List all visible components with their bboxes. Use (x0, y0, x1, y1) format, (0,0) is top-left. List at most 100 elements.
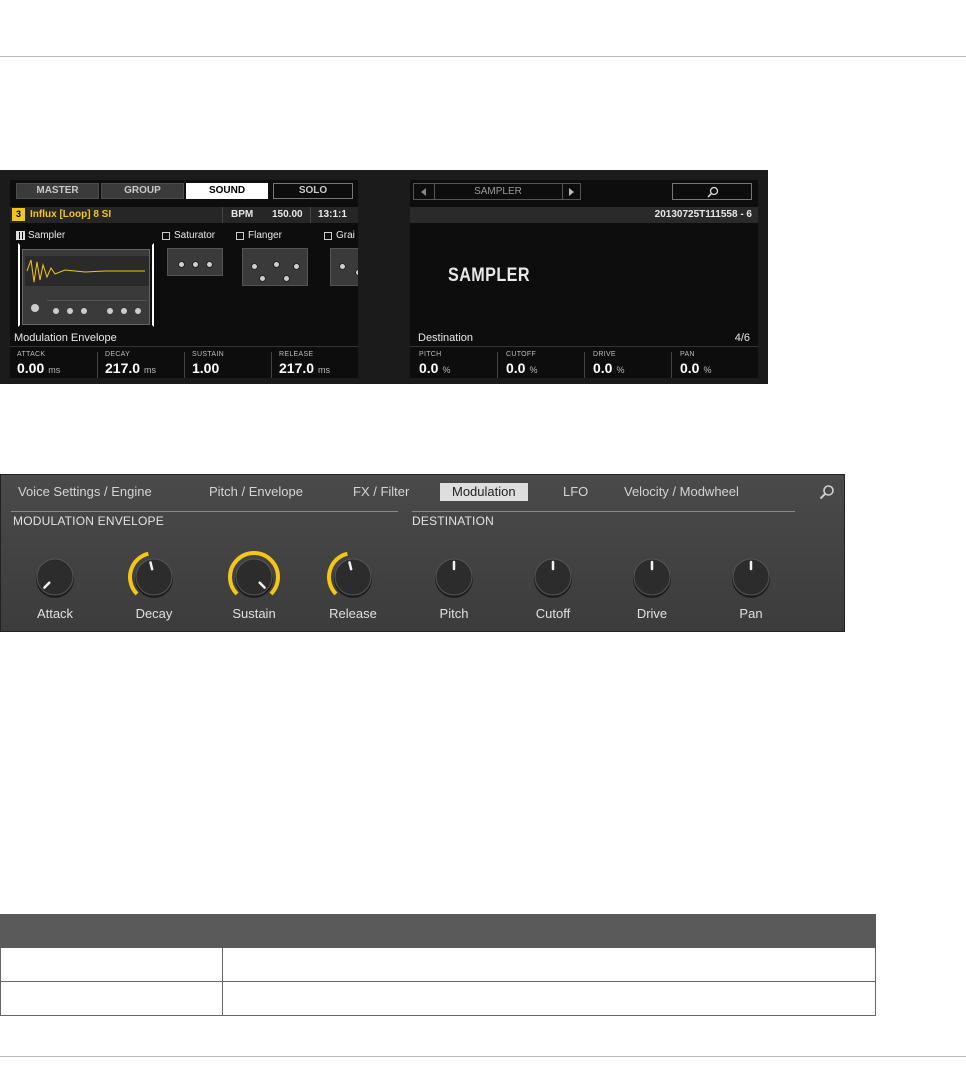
knob-release[interactable]: Release (318, 549, 388, 629)
param-pitch-value[interactable]: 0.0% (419, 360, 450, 376)
param-attack-value[interactable]: 0.00 ms (17, 360, 60, 376)
knob-pitch-dial[interactable] (419, 549, 489, 605)
knob-sustain[interactable]: Sustain (219, 549, 289, 629)
plugin-flanger-label[interactable]: Flanger (248, 230, 282, 241)
knob-pointer (149, 561, 154, 571)
plugin-grain-label[interactable]: Grai (336, 230, 355, 241)
knob-body (334, 558, 372, 596)
footer-rule (0, 1056, 966, 1057)
knob-drive-label: Drive (636, 606, 668, 621)
table-cell (221, 947, 877, 982)
flanger-thumbnail[interactable] (242, 248, 308, 286)
knob-cutoff[interactable]: Cutoff (518, 549, 588, 629)
left-param-area: Modulation Envelope ATTACK 0.00 ms DECAY … (10, 330, 358, 378)
search-icon (707, 186, 719, 198)
arrow-left-icon[interactable] (421, 188, 426, 196)
table-header-cell (0, 914, 223, 948)
tab-lfo[interactable]: LFO (563, 483, 588, 501)
knob-body (135, 558, 173, 596)
right-page-title: Destination (418, 332, 474, 344)
knob-sustain-label: Sustain (232, 606, 276, 621)
param-pitch-label: PITCH (419, 351, 442, 358)
knob-drive-dial[interactable] (617, 549, 687, 605)
knob-cutoff-label: Cutoff (535, 606, 571, 621)
table-header-row (0, 914, 877, 948)
software-panel-screenshot: Voice Settings / Engine Pitch / Envelope… (0, 474, 845, 632)
knob-attack-label: Attack (36, 606, 74, 621)
knob-pointer (348, 561, 353, 571)
knob-release-label: Release (329, 606, 377, 621)
section-destination-title: DESTINATION (412, 514, 494, 528)
browser-title: SAMPLER (474, 186, 522, 197)
plugin-icon (324, 232, 332, 240)
page-indicator: 4/6 (734, 332, 750, 344)
param-pan-value[interactable]: 0.0% (680, 360, 711, 376)
sampler-thumbnail-selected[interactable] (18, 243, 154, 327)
tab-voice-settings-engine[interactable]: Voice Settings / Engine (18, 483, 152, 501)
sound-name: Influx [Loop] 8 SI (30, 209, 112, 220)
tab-sound[interactable]: SOUND (186, 183, 268, 199)
grain-thumbnail[interactable] (330, 248, 358, 286)
table-cell (221, 981, 877, 1016)
knob-pitch[interactable]: Pitch (419, 549, 489, 629)
parameter-table (0, 914, 877, 1016)
section-divider (412, 511, 795, 512)
param-cutoff-label: CUTOFF (506, 351, 537, 358)
knob-pan-dial[interactable] (716, 549, 786, 605)
knob-drive[interactable]: Drive (617, 549, 687, 629)
plugin-saturator-label[interactable]: Saturator (174, 230, 215, 241)
waveform-thumbnail (25, 256, 149, 286)
knob-attack[interactable]: Attack (20, 549, 90, 629)
header-rule (0, 56, 966, 57)
piano-icon (16, 231, 25, 240)
hardware-display-screenshot: MASTER GROUP SOUND SOLO 3 Influx [Loop] … (0, 170, 768, 384)
divider (222, 207, 223, 223)
search-button[interactable] (672, 183, 752, 200)
table-row (0, 981, 877, 1016)
knob-release-dial[interactable] (318, 549, 388, 605)
saturator-thumbnail[interactable] (167, 248, 223, 276)
param-decay-value[interactable]: 217.0 ms (105, 360, 156, 376)
knob-cutoff-dial[interactable] (518, 549, 588, 605)
knob-decay-dial[interactable] (119, 549, 189, 605)
bpm-value: 150.00 (272, 209, 303, 220)
sample-header-bar: 20130725T111558 - 6 (410, 207, 758, 223)
table-row (0, 947, 877, 982)
tab-master[interactable]: MASTER (16, 183, 99, 199)
plugin-icon (162, 232, 170, 240)
knob-attack-dial[interactable] (20, 549, 90, 605)
section-modulation-envelope-title: MODULATION ENVELOPE (13, 514, 164, 528)
knob-pan[interactable]: Pan (716, 549, 786, 629)
tab-modulation[interactable]: Modulation (440, 483, 528, 501)
arrow-right-icon[interactable] (569, 188, 574, 196)
left-display: MASTER GROUP SOUND SOLO 3 Influx [Loop] … (10, 180, 358, 378)
table-cell (0, 947, 223, 982)
table-cell (0, 981, 223, 1016)
tab-group[interactable]: GROUP (101, 183, 184, 199)
knob-pan-label: Pan (739, 606, 763, 621)
param-release-label: RELEASE (279, 351, 314, 358)
sampler-large-label: SAMPLER (448, 265, 530, 286)
param-sustain-value[interactable]: 1.00 (192, 360, 223, 376)
browser-selector[interactable]: SAMPLER (413, 183, 581, 200)
plugin-sampler-label[interactable]: Sampler (28, 230, 65, 241)
param-drive-label: DRIVE (593, 351, 616, 358)
knob-body (36, 558, 74, 596)
knob-decay[interactable]: Decay (119, 549, 189, 629)
sample-name: 20130725T111558 - 6 (654, 209, 752, 220)
param-sustain-label: SUSTAIN (192, 351, 224, 358)
position-readout: 13:1:1 (318, 209, 347, 220)
param-cutoff-value[interactable]: 0.0% (506, 360, 537, 376)
knob-body (235, 558, 273, 596)
tab-solo[interactable]: SOLO (273, 183, 353, 199)
param-drive-value[interactable]: 0.0% (593, 360, 624, 376)
slot-number-badge: 3 (12, 208, 25, 221)
tab-pitch-envelope[interactable]: Pitch / Envelope (209, 483, 303, 501)
tab-velocity-modwheel[interactable]: Velocity / Modwheel (624, 483, 739, 501)
section-divider (11, 511, 398, 512)
tab-fx-filter[interactable]: FX / Filter (353, 483, 409, 501)
param-release-value[interactable]: 217.0 ms (279, 360, 330, 376)
knob-sustain-dial[interactable] (219, 549, 289, 605)
search-icon[interactable] (819, 484, 835, 500)
param-pan-label: PAN (680, 351, 695, 358)
